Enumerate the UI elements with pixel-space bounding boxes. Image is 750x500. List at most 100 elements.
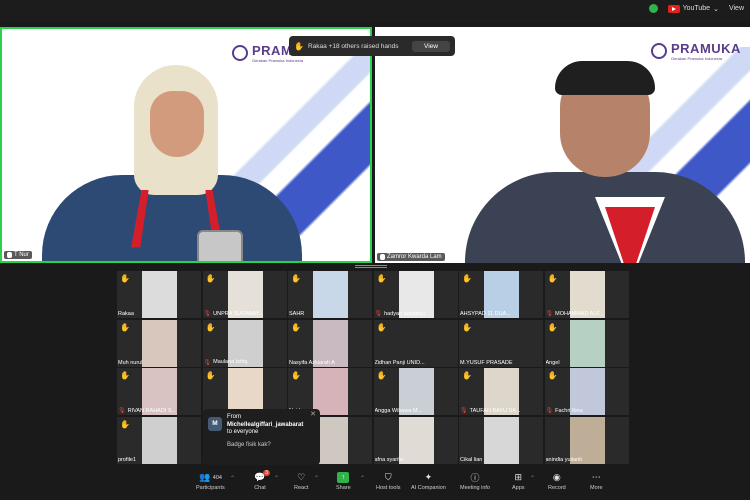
raised-hand-icon: ✋	[120, 274, 130, 283]
mic-icon	[380, 254, 385, 260]
participant-tile[interactable]: ✋ Nasyifa Azkiarah A	[288, 319, 372, 367]
participant-tile[interactable]: anindia yulianti	[544, 416, 629, 464]
participant-tile[interactable]: ✋Najd	[288, 368, 372, 415]
security-shield-icon[interactable]	[648, 4, 658, 13]
react-button[interactable]: ♡ React	[294, 472, 308, 491]
more-button[interactable]: ⋯ More	[590, 472, 603, 491]
participant-tile[interactable]: ✋ M.YUSUF PRASADE	[459, 319, 543, 367]
participant-name: Angga Wibawa M...	[374, 408, 423, 414]
share-screen-icon: ↑	[337, 472, 350, 483]
participant-name: anindia yulianti	[545, 456, 582, 463]
muted-mic-icon: 🎙	[203, 311, 212, 317]
participant-name: AHSYPAD 11 DUA...	[460, 311, 511, 317]
participants-icon: 👥	[199, 472, 211, 482]
raised-hand-icon: ✋	[547, 322, 558, 332]
participant-tile[interactable]: ✋ Muh nurul	[117, 319, 201, 367]
participant-tile[interactable]: ✋ 🎙 hadyan adyatmu...	[373, 271, 458, 318]
raised-hand-icon: ✋	[120, 371, 130, 380]
chat-notification[interactable]: ✕ M From Michellealgiffari_jawabarat to …	[203, 409, 320, 465]
participant-tile[interactable]: ✋ SAHR	[288, 271, 372, 318]
participant-name: Angel	[545, 359, 560, 366]
participant-name-label: SAHR	[289, 311, 371, 317]
close-icon[interactable]: ✕	[310, 411, 316, 419]
participant-tile[interactable]: ✋ 🎙 Fachri Ibnu	[544, 368, 629, 415]
participant-name-label: 🎙 RIVAN RAHADI S...	[118, 407, 200, 415]
participant-name-label: 🎙 hadyan adyatmu...	[375, 310, 457, 318]
apps-grid-icon: ⊞	[514, 472, 523, 482]
record-icon: ◉	[552, 472, 561, 482]
share-button[interactable]: ↑ Share	[336, 472, 351, 491]
muted-mic-icon: 🎙	[545, 408, 554, 414]
panel-resize-handle[interactable]	[355, 265, 387, 269]
muted-mic-icon: 🎙	[118, 408, 126, 414]
speaker-tile-right[interactable]: PRAMUKA Gerakan Pramuka Indonesia Zamror…	[375, 27, 750, 263]
participant-tile[interactable]: ✋ Angel	[544, 319, 629, 367]
participant-tile[interactable]: ✋ AHSYPAD 11 DUA...	[459, 271, 543, 318]
participants-count: 404	[212, 474, 222, 481]
raised-hand-icon: ✋	[120, 419, 130, 429]
top-bar-right: YouTube ⌄ View	[648, 4, 744, 13]
participant-name-label: Cikal lian	[460, 457, 542, 463]
raised-hand-icon: ✋	[205, 274, 216, 283]
raised-hand-icon: ✋	[120, 322, 130, 332]
shield-icon: ⛉	[384, 472, 392, 482]
participant-name: afna syarifa	[374, 456, 403, 463]
info-icon: ⓘ	[470, 473, 480, 483]
participant-tile[interactable]: ✋ 🎙 RIVAN RAHADI S...	[117, 368, 201, 415]
raised-hands-notification: ✋ Rakaa +18 others raised hands View	[289, 36, 455, 56]
participant-tile[interactable]: Cikal lian	[459, 416, 543, 464]
participant-tile[interactable]: ✋ Zidhan Panji UNID...	[373, 319, 458, 367]
participant-name-label: AHSYPAD 11 DUA...	[460, 311, 542, 317]
microphone-prop	[197, 230, 243, 261]
participants-caret-icon[interactable]: ⌃	[230, 475, 235, 482]
ai-companion-button[interactable]: ✦ AI Companion	[411, 472, 446, 491]
chat-recipient: to everyone	[227, 429, 259, 435]
participant-tile[interactable]: ✋	[202, 368, 287, 415]
apps-button[interactable]: ⊞ Apps	[512, 472, 525, 491]
participant-tile[interactable]: ✋ 🎙 MOHAMMAD ALF...	[544, 271, 629, 318]
share-caret-icon[interactable]: ⌃	[360, 475, 365, 482]
sparkle-icon: ✦	[424, 472, 433, 482]
chat-button[interactable]: 💬 3 Chat	[254, 470, 270, 491]
participant-name-label: 🎙 Maulana Ishiq	[204, 359, 286, 366]
host-tools-button[interactable]: ⛉ Host tools	[376, 472, 400, 491]
apps-caret-icon[interactable]: ⌃	[530, 475, 535, 482]
muted-mic-icon: 🎙	[460, 408, 468, 414]
pramuka-emblem-icon	[232, 45, 248, 61]
react-caret-icon[interactable]: ⌃	[314, 475, 319, 482]
youtube-live-indicator[interactable]: YouTube ⌄	[667, 4, 719, 13]
participant-tile[interactable]: afna syarifa	[373, 416, 458, 464]
participant-tile[interactable]: ✋ 🎙 TAUFAN BAYU SA...	[459, 368, 543, 415]
participant-name: MOHAMMAD ALF...	[555, 310, 604, 317]
raised-hand-icon: ✋	[376, 371, 387, 380]
chevron-down-icon: ⌄	[713, 5, 719, 13]
heart-icon: ♡	[297, 472, 306, 482]
raised-hand-icon: ✋	[291, 322, 301, 332]
raised-hand-icon: ✋	[294, 41, 304, 51]
meeting-info-button[interactable]: ⓘ Meeting info	[460, 472, 490, 491]
record-button[interactable]: ◉ Record	[548, 472, 566, 491]
participant-tile[interactable]: ✋ Rakaa	[117, 271, 201, 318]
participant-name: Zidhan Panji UNID...	[374, 359, 425, 366]
view-menu-button[interactable]: View	[729, 5, 744, 12]
participant-tile[interactable]: ✋ profile1	[117, 416, 201, 464]
view-raised-hands-button[interactable]: View	[412, 40, 450, 52]
chat-message: Badge fisik kak?	[227, 441, 271, 448]
participants-button[interactable]: 👥 404 Participants	[196, 472, 225, 491]
chat-caret-icon[interactable]: ⌃	[274, 475, 279, 482]
participant-name: Rakaa	[118, 311, 134, 317]
youtube-label: YouTube	[682, 5, 711, 12]
participant-name-label: afna syarifa	[375, 457, 457, 463]
participant-tile[interactable]: ✋ Angga Wibawa M...	[373, 368, 458, 415]
speaker-tile-left[interactable]: PRAMUKA Gerakan Pramuka Indonesia T Nur	[0, 27, 372, 263]
pramuka-brand: PRAMUKA	[671, 41, 741, 56]
raised-hand-icon: ✋	[462, 274, 472, 283]
participant-tile[interactable]: ✋ 🎙 Maulana Ishiq	[202, 319, 287, 367]
raised-hand-icon: ✋	[205, 322, 216, 332]
mic-icon	[7, 252, 12, 258]
participant-name-label: 🎙 UNPRA SURABAY...	[203, 310, 286, 318]
participant-name: hadyan adyatmu...	[384, 310, 430, 317]
speaker-name-tag: T Nur	[4, 251, 32, 259]
participant-tile[interactable]: ✋ 🎙 UNPRA SURABAY...	[202, 271, 287, 318]
participant-video	[227, 368, 263, 415]
